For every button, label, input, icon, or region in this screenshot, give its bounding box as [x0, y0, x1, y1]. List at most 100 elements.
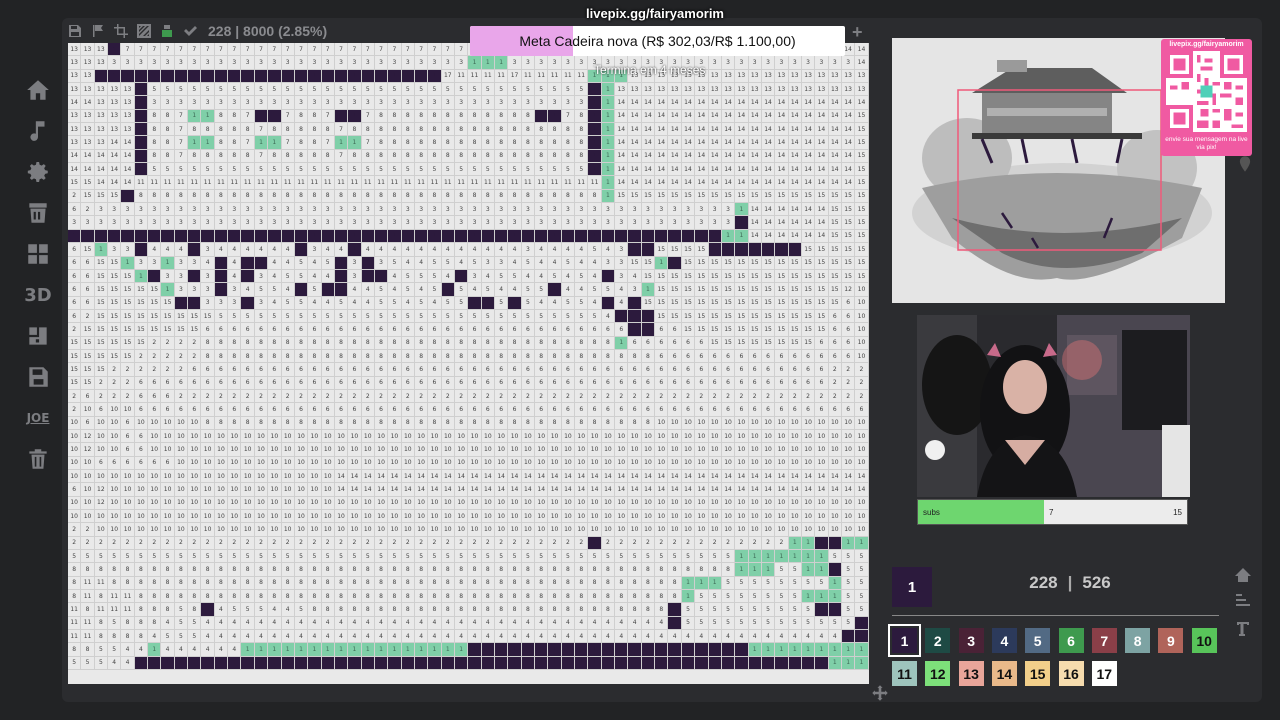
grid-cell[interactable]: 10 — [441, 510, 455, 524]
grid-cell[interactable]: 3 — [454, 96, 469, 110]
grid-cell[interactable]: 14 — [775, 136, 789, 150]
grid-cell[interactable]: 8 — [308, 349, 322, 364]
grid-cell[interactable]: 5 — [401, 309, 415, 324]
grid-cell[interactable]: 15 — [761, 309, 776, 324]
grid-cell[interactable]: 4 — [414, 256, 429, 270]
grid-cell[interactable]: 10 — [148, 443, 162, 457]
grid-cell[interactable]: 1 — [188, 109, 202, 124]
grid-cell[interactable]: 1 — [348, 69, 362, 84]
grid-cell[interactable]: 8 — [148, 149, 162, 164]
grid-cell[interactable]: 6 — [68, 243, 82, 257]
grid-cell[interactable]: 14 — [508, 470, 522, 484]
grid-cell[interactable]: 1 — [521, 229, 536, 244]
grid-cell[interactable]: 6 — [641, 336, 656, 350]
grid-cell[interactable]: 10 — [575, 456, 589, 470]
grid-cell[interactable]: 10 — [761, 443, 776, 457]
grid-cell[interactable]: 1 — [628, 323, 642, 337]
grid-cell[interactable]: 1 — [681, 576, 696, 591]
grid-cell[interactable]: 15 — [708, 323, 722, 337]
grid-cell[interactable]: 1 — [615, 336, 629, 350]
grid-cell[interactable]: 2 — [775, 536, 789, 551]
grid-cell[interactable]: 1 — [308, 656, 322, 671]
grid-cell[interactable]: 6 — [535, 363, 549, 377]
grid-cell[interactable]: 5 — [775, 603, 789, 617]
grid-cell[interactable]: 6 — [361, 403, 375, 417]
grid-cell[interactable]: 2 — [228, 536, 242, 551]
grid-cell[interactable]: 5 — [108, 616, 122, 631]
grid-cell[interactable]: 1 — [601, 643, 616, 657]
grid-cell[interactable]: 8 — [481, 123, 495, 137]
grid-cell[interactable]: 2 — [761, 389, 776, 404]
grid-cell[interactable]: 6 — [601, 363, 616, 377]
grid-cell[interactable]: 14 — [708, 483, 722, 497]
grid-cell[interactable]: 10 — [414, 443, 429, 457]
grid-cell[interactable]: 10 — [201, 429, 215, 444]
grid-cell[interactable]: 10 — [775, 496, 789, 511]
grid-cell[interactable]: 6 — [334, 323, 349, 337]
grid-cell[interactable]: 6 — [655, 363, 669, 377]
grid-cell[interactable]: 5 — [321, 163, 335, 177]
grid-cell[interactable]: 8 — [468, 603, 482, 617]
grid-cell[interactable]: 4 — [348, 283, 362, 297]
grid-cell[interactable]: 13 — [94, 136, 109, 150]
grid-cell[interactable]: 6 — [148, 389, 162, 404]
grid-cell[interactable]: 8 — [655, 603, 669, 617]
grid-cell[interactable]: 6 — [454, 363, 469, 377]
grid-cell[interactable]: 1 — [681, 643, 696, 657]
grid-cell[interactable]: 1 — [801, 550, 816, 564]
grid-cell[interactable]: 1 — [361, 69, 375, 84]
grid-cell[interactable]: 2 — [134, 349, 149, 364]
grid-cell[interactable]: 15 — [68, 376, 82, 390]
grid-cell[interactable]: 3 — [401, 203, 415, 217]
grid-cell[interactable]: 10 — [548, 443, 562, 457]
grid-cell[interactable]: 8 — [401, 189, 415, 204]
grid-cell[interactable]: 8 — [81, 603, 95, 617]
grid-cell[interactable]: 1 — [508, 656, 522, 671]
grid-cell[interactable]: 8 — [308, 149, 322, 164]
grid-cell[interactable]: 14 — [721, 163, 736, 177]
grid-cell[interactable]: 10 — [121, 470, 135, 484]
grid-cell[interactable]: 8 — [294, 416, 309, 430]
grid-cell[interactable]: 14 — [641, 109, 656, 124]
grid-cell[interactable]: 5 — [855, 590, 869, 604]
grid-cell[interactable]: 1 — [561, 229, 576, 244]
grid-cell[interactable]: 1 — [575, 643, 589, 657]
grid-cell[interactable]: 4 — [281, 256, 295, 270]
grid-cell[interactable]: 1 — [334, 643, 349, 657]
grid-cell[interactable]: 2 — [68, 403, 82, 417]
grid-cell[interactable]: 8 — [615, 563, 629, 577]
grid-cell[interactable]: 11 — [68, 630, 82, 644]
grid-cell[interactable]: 10 — [828, 416, 842, 430]
grid-cell[interactable]: 14 — [815, 470, 829, 484]
grid-cell[interactable]: 10 — [681, 416, 696, 430]
grid-cell[interactable]: 1 — [841, 536, 856, 551]
grid-cell[interactable]: 10 — [641, 510, 656, 524]
grid-cell[interactable]: 10 — [294, 483, 309, 497]
grid-cell[interactable]: 10 — [855, 283, 869, 297]
grid-cell[interactable]: 15 — [815, 243, 829, 257]
grid-cell[interactable]: 6 — [68, 309, 82, 324]
grid-cell[interactable]: 1 — [374, 69, 389, 84]
grid-cell[interactable]: 8 — [294, 123, 309, 137]
grid-cell[interactable]: 15 — [721, 269, 736, 284]
grid-cell[interactable]: 1 — [628, 243, 642, 257]
crop-icon[interactable] — [114, 24, 128, 38]
grid-cell[interactable]: 1 — [134, 243, 149, 257]
grid-cell[interactable]: 4 — [641, 616, 656, 631]
grid-cell[interactable]: 10 — [254, 510, 269, 524]
grid-cell[interactable]: 10 — [308, 429, 322, 444]
grid-cell[interactable]: 5 — [761, 616, 776, 631]
grid-cell[interactable]: 1 — [601, 269, 616, 284]
grid-cell[interactable]: 14 — [655, 109, 669, 124]
grid-cell[interactable]: 4 — [268, 243, 282, 257]
grid-cell[interactable]: 10 — [655, 416, 669, 430]
grid-cell[interactable]: 14 — [748, 470, 762, 484]
grid-cell[interactable]: 15 — [68, 363, 82, 377]
grid-cell[interactable]: 1 — [228, 229, 242, 244]
palette-swatch-17[interactable]: 17 — [1091, 661, 1117, 686]
grid-cell[interactable]: 8 — [628, 563, 642, 577]
grid-cell[interactable]: 6 — [495, 403, 509, 417]
grid-cell[interactable]: 10 — [174, 483, 189, 497]
grid-cell[interactable]: 10 — [454, 429, 469, 444]
grid-cell[interactable]: 3 — [161, 56, 175, 70]
